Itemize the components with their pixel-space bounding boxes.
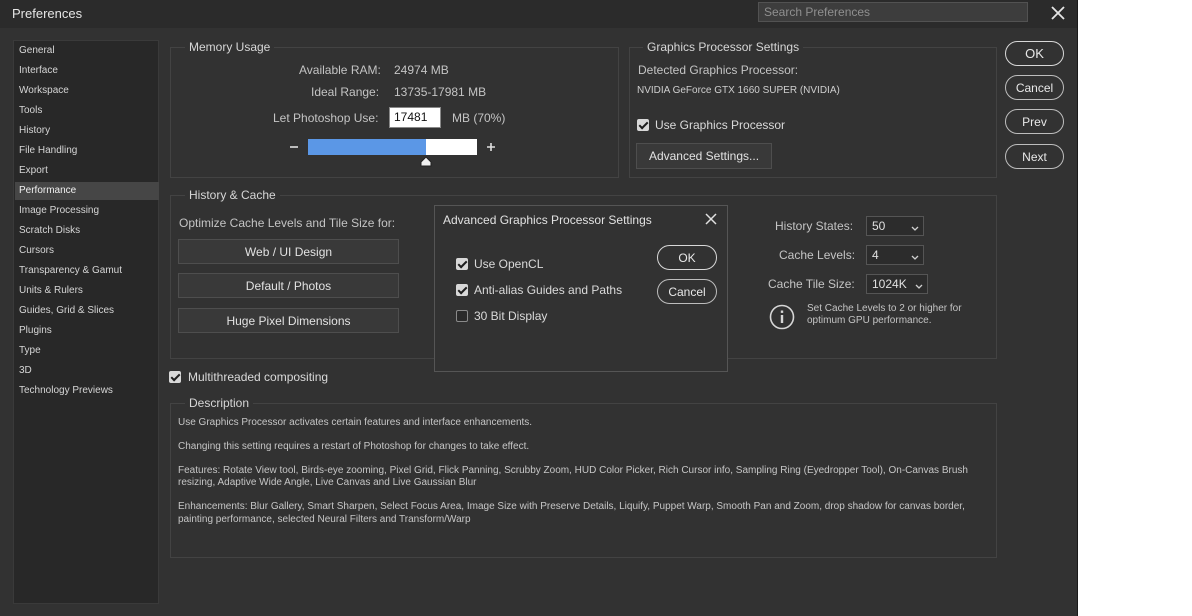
- graphics-processor-title: Graphics Processor Settings: [643, 40, 804, 54]
- memory-amount-field[interactable]: 17481: [389, 107, 441, 128]
- ok-button[interactable]: OK: [1005, 41, 1064, 66]
- info-text-line1: Set Cache Levels to 2 or higher for: [807, 303, 962, 314]
- antialias-label: Anti-alias Guides and Paths: [474, 283, 623, 297]
- history-states-label: History States:: [775, 219, 854, 233]
- memory-unit-label: MB (70%): [452, 111, 506, 125]
- search-input[interactable]: [758, 2, 1028, 22]
- sidebar-item-export[interactable]: Export: [15, 162, 159, 180]
- info-text-line2: optimum GPU performance.: [807, 315, 932, 326]
- ideal-range-value: 13735-17981 MB: [394, 85, 487, 99]
- description-p4-line2: painting performance, selected Neural Fi…: [178, 514, 471, 525]
- cache-tile-size-label: Cache Tile Size:: [768, 277, 855, 291]
- antialias-checkbox[interactable]: [456, 284, 468, 296]
- description-title: Description: [185, 396, 254, 410]
- sidebar-item-performance[interactable]: Performance: [15, 182, 159, 200]
- description-p1: Use Graphics Processor activates certain…: [178, 417, 533, 428]
- available-ram-value: 24974 MB: [394, 63, 449, 77]
- cache-tile-size-value: 1024K: [872, 277, 907, 291]
- huge-pixel-dimensions-button[interactable]: Huge Pixel Dimensions: [178, 308, 399, 333]
- description-p3-line1: Features: Rotate View tool, Birds-eye zo…: [178, 465, 968, 476]
- cancel-button[interactable]: Cancel: [1005, 75, 1064, 100]
- sidebar-item-file-handling[interactable]: File Handling: [15, 142, 159, 160]
- sidebar-item-type[interactable]: Type: [15, 342, 159, 360]
- history-states-value: 50: [872, 219, 886, 233]
- optimize-label: Optimize Cache Levels and Tile Size for:: [179, 216, 396, 230]
- cache-tile-size-select[interactable]: 1024K: [866, 274, 928, 294]
- close-icon[interactable]: [703, 211, 719, 227]
- cache-levels-value: 4: [872, 248, 879, 262]
- history-states-select[interactable]: 50: [866, 216, 924, 236]
- description-p3-line2: resizing, Adaptive Wide Angle, Live Canv…: [178, 477, 477, 488]
- detected-gpu-value: NVIDIA GeForce GTX 1660 SUPER (NVIDIA): [637, 85, 840, 96]
- sidebar-item-units-rulers[interactable]: Units & Rulers: [15, 282, 159, 300]
- close-icon[interactable]: [1048, 3, 1068, 23]
- advanced-settings-button[interactable]: Advanced Settings...: [636, 143, 772, 169]
- advanced-gpu-dialog: Advanced Graphics Processor Settings Use…: [434, 205, 728, 372]
- available-ram-label: Available RAM:: [299, 63, 381, 77]
- description-p4-line1: Enhancements: Blur Gallery, Smart Sharpe…: [178, 501, 965, 512]
- minus-icon[interactable]: [287, 140, 301, 154]
- chevron-down-icon: [910, 221, 920, 231]
- ideal-range-label: Ideal Range:: [311, 85, 380, 99]
- memory-usage-title: Memory Usage: [185, 40, 275, 54]
- info-icon: [769, 304, 795, 330]
- use-gpu-checkbox[interactable]: [637, 119, 649, 131]
- preferences-window: Preferences General Interface Workspace Too…: [0, 0, 1078, 616]
- 30-bit-display-label: 30 Bit Display: [474, 309, 548, 323]
- use-gpu-label: Use Graphics Processor: [655, 118, 786, 132]
- web-ui-design-button[interactable]: Web / UI Design: [178, 239, 399, 264]
- multithreaded-checkbox[interactable]: [169, 371, 181, 383]
- dialog-cancel-button[interactable]: Cancel: [657, 279, 717, 304]
- use-opencl-checkbox[interactable]: [456, 258, 468, 270]
- 30-bit-display-checkbox[interactable]: [456, 310, 468, 322]
- description-p2: Changing this setting requires a restart…: [178, 441, 530, 452]
- sidebar-item-interface[interactable]: Interface: [15, 62, 159, 80]
- next-button[interactable]: Next: [1005, 144, 1064, 169]
- sidebar-item-image-processing[interactable]: Image Processing: [15, 202, 159, 220]
- window-title: Preferences: [12, 6, 83, 21]
- prev-button[interactable]: Prev: [1005, 109, 1064, 134]
- cache-levels-select[interactable]: 4: [866, 245, 924, 265]
- sidebar-item-scratch-disks[interactable]: Scratch Disks: [15, 222, 159, 240]
- sidebar-item-guides-grid-slices[interactable]: Guides, Grid & Slices: [15, 302, 159, 320]
- preferences-sidebar: General Interface Workspace Tools History Fil…: [13, 40, 159, 604]
- plus-icon[interactable]: [484, 140, 498, 154]
- sidebar-item-3d[interactable]: 3D: [15, 362, 159, 380]
- chevron-down-icon: [910, 250, 920, 260]
- sidebar-item-workspace[interactable]: Workspace: [15, 82, 159, 100]
- default-photos-button[interactable]: Default / Photos: [178, 273, 399, 298]
- multithreaded-label: Multithreaded compositing: [188, 370, 329, 384]
- sidebar-item-cursors[interactable]: Cursors: [15, 242, 159, 260]
- chevron-down-icon: [914, 279, 924, 289]
- memory-slider-thumb[interactable]: [420, 156, 432, 167]
- sidebar-item-tools[interactable]: Tools: [15, 102, 159, 120]
- dialog-ok-button[interactable]: OK: [657, 245, 717, 270]
- use-opencl-label: Use OpenCL: [474, 257, 544, 271]
- sidebar-item-technology-previews[interactable]: Technology Previews: [15, 382, 159, 400]
- memory-slider[interactable]: [308, 139, 477, 167]
- dialog-title: Advanced Graphics Processor Settings: [443, 213, 652, 227]
- sidebar-item-plugins[interactable]: Plugins: [15, 322, 159, 340]
- sidebar-item-history[interactable]: History: [15, 122, 159, 140]
- window-edge: [1077, 0, 1078, 616]
- sidebar-item-general[interactable]: General: [15, 42, 159, 60]
- sidebar-item-transparency-gamut[interactable]: Transparency & Gamut: [15, 262, 159, 280]
- cache-levels-label: Cache Levels:: [779, 248, 856, 262]
- memory-slider-fill: [308, 139, 426, 155]
- history-cache-title: History & Cache: [185, 188, 280, 202]
- let-photoshop-use-label: Let Photoshop Use:: [273, 111, 379, 125]
- detected-gpu-label: Detected Graphics Processor:: [638, 63, 799, 77]
